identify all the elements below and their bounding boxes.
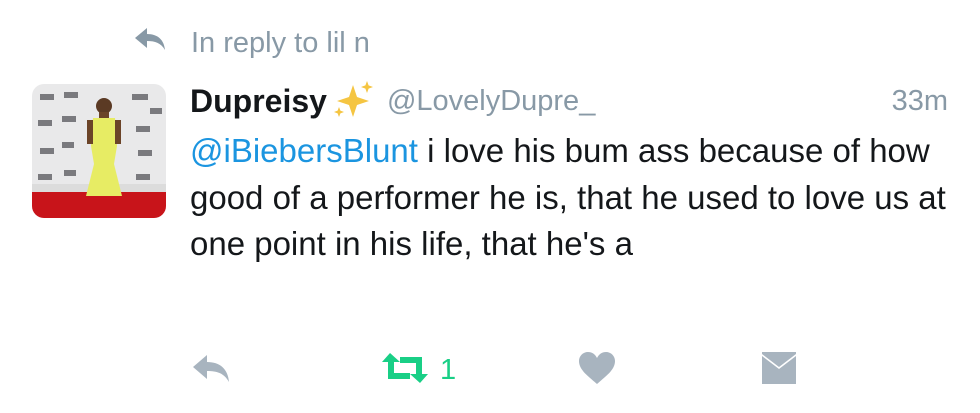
direct-message-icon	[760, 350, 798, 391]
like-icon	[578, 351, 616, 390]
direct-message-button[interactable]	[760, 345, 798, 395]
retweet-count: 1	[440, 353, 457, 386]
author-name[interactable]: Dupreisy	[190, 83, 327, 120]
reply-button[interactable]	[190, 345, 232, 395]
tweet-timestamp[interactable]: 33m	[892, 85, 948, 118]
reply-context[interactable]: In reply to lil n	[133, 26, 370, 60]
reply-icon	[190, 352, 232, 389]
retweet-button[interactable]: 1	[380, 345, 456, 395]
like-button[interactable]	[578, 345, 616, 395]
tweet-header: Dupreisy @LovelyDupre_ 33m	[190, 78, 948, 124]
reply-arrow-icon	[133, 26, 191, 60]
tweet-actions: 1	[0, 345, 980, 395]
sparkles-emoji-icon	[331, 79, 375, 124]
author-handle[interactable]: @LovelyDupre_	[387, 85, 595, 118]
tweet-text: @iBiebersBlunt i love his bum ass becaus…	[190, 128, 950, 268]
avatar[interactable]	[32, 84, 166, 218]
reply-context-text: In reply to lil n	[191, 26, 370, 59]
mention-link[interactable]: @iBiebersBlunt	[190, 132, 418, 169]
retweet-icon	[380, 351, 430, 390]
